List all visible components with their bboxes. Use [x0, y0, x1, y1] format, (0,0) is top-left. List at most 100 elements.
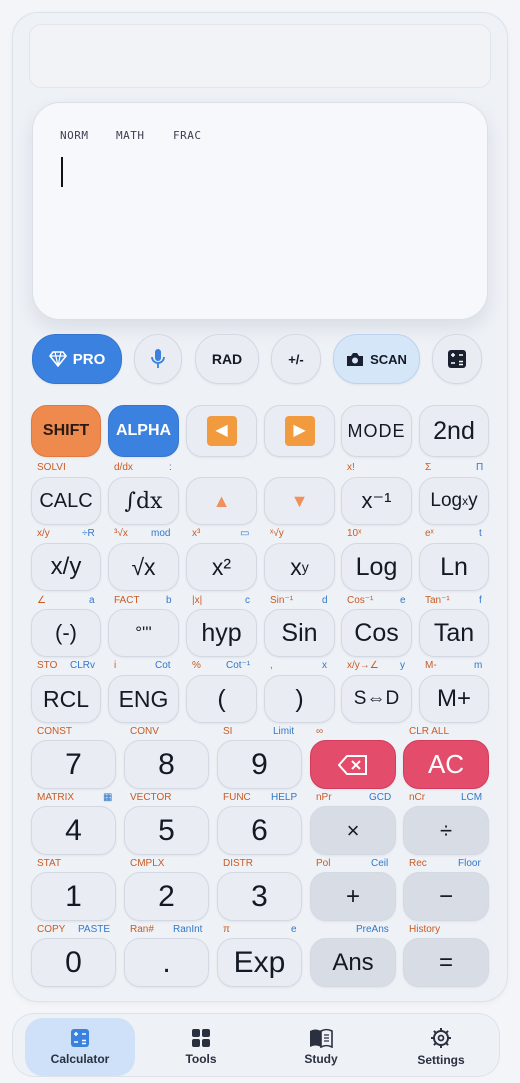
negative-key-label: (-)	[55, 620, 77, 645]
decimal-key-label: .	[162, 945, 171, 979]
label-t: t	[479, 528, 482, 539]
pro-button[interactable]: PRO	[32, 334, 122, 384]
bottom-navigation: Calculator Tools Study Settings	[12, 1013, 500, 1077]
negative-key[interactable]: (-)	[31, 609, 101, 657]
label-ranint: RanInt	[173, 924, 203, 935]
voice-button[interactable]	[134, 334, 182, 384]
sign-toggle-button[interactable]: +/-	[271, 334, 321, 384]
integral-key[interactable]: ∫dx	[108, 477, 179, 525]
label-infinity: ∞	[316, 726, 324, 737]
nav-calculator[interactable]: Calculator	[25, 1018, 135, 1076]
mode-key[interactable]: MODE	[341, 405, 412, 457]
key-2[interactable]: 2	[124, 872, 209, 921]
dms-key[interactable]: °'''	[108, 609, 179, 657]
nav-tools-label: Tools	[185, 1052, 217, 1066]
key-4[interactable]: 4	[31, 806, 116, 855]
scan-label: SCAN	[370, 351, 407, 367]
exp-key[interactable]: Exp	[217, 938, 302, 987]
right-arrow-key[interactable]: ▶	[264, 405, 335, 457]
label-lcm: LCM	[461, 792, 483, 803]
left-arrow-key[interactable]: ◀	[186, 405, 257, 457]
key-1-label: 1	[65, 879, 82, 913]
key-0[interactable]: 0	[31, 938, 116, 987]
lcd-display[interactable]: NORM MATH FRAC	[32, 102, 488, 320]
equals-key[interactable]: =	[403, 938, 489, 987]
down-arrow-icon: ▼	[290, 490, 309, 511]
divide-key[interactable]: ÷	[403, 806, 489, 855]
key-8[interactable]: 8	[124, 740, 209, 789]
std-key-label: S⇔D	[353, 688, 400, 709]
down-arrow-key[interactable]: ▼	[264, 477, 335, 525]
close-paren-key[interactable]: )	[264, 675, 335, 723]
fraction-key[interactable]: x/y	[31, 543, 101, 591]
label-paste: PASTE	[78, 924, 111, 935]
nav-study-label: Study	[304, 1052, 338, 1066]
label-colon: :	[169, 462, 172, 473]
ln-key[interactable]: Ln	[419, 543, 489, 591]
square-key-label: x²	[211, 553, 232, 580]
up-arrow-key[interactable]: ▲	[186, 477, 257, 525]
mplus-key[interactable]: M+	[419, 675, 489, 723]
rad-button[interactable]: RAD	[195, 334, 259, 384]
reciprocal-key[interactable]: x⁻¹	[341, 477, 412, 525]
alpha-key[interactable]: ALPHA	[108, 405, 179, 457]
mplus-key-label: M+	[436, 685, 471, 712]
integral-key-label: ∫dx	[124, 488, 163, 514]
logxy-key[interactable]: Log x y	[419, 477, 489, 525]
eng-key[interactable]: ENG	[108, 675, 179, 723]
ans-key[interactable]: Ans	[310, 938, 396, 987]
key-3[interactable]: 3	[217, 872, 302, 921]
minus-key[interactable]: −	[403, 872, 489, 921]
second-key[interactable]: 2nd	[419, 405, 489, 457]
label-matrix-icon: ▦	[103, 792, 113, 803]
nav-calculator-label: Calculator	[50, 1052, 110, 1066]
decimal-key[interactable]: .	[124, 938, 209, 987]
label-cube: x³	[192, 528, 201, 539]
rad-label: RAD	[211, 351, 243, 367]
label-cbrt: ³√x	[114, 528, 128, 539]
label-comma: ,	[270, 660, 273, 671]
label-sum: Σ	[425, 462, 432, 473]
right-arrow-icon: ▶	[284, 416, 315, 446]
tan-key[interactable]: Tan	[419, 609, 489, 657]
sin-key[interactable]: Sin	[264, 609, 335, 657]
key-5-label: 5	[158, 813, 175, 847]
shift-key-label: SHIFT	[42, 422, 90, 439]
ans-key-label: Ans	[332, 948, 374, 976]
key-6[interactable]: 6	[217, 806, 302, 855]
std-key[interactable]: S⇔D	[341, 675, 412, 723]
nav-settings[interactable]: Settings	[386, 1018, 496, 1076]
sqrt-key[interactable]: √x	[108, 543, 179, 591]
shift-key[interactable]: SHIFT	[31, 405, 101, 457]
label-percent: %	[192, 660, 201, 671]
backspace-key[interactable]	[310, 740, 396, 789]
label-limit: Limit	[273, 726, 295, 737]
multiply-key[interactable]: ×	[310, 806, 396, 855]
rcl-key[interactable]: RCL	[31, 675, 101, 723]
key-7[interactable]: 7	[31, 740, 116, 789]
open-paren-key[interactable]: (	[186, 675, 257, 723]
calculator-mode-button[interactable]	[432, 334, 482, 384]
grid-icon	[192, 1029, 210, 1047]
nav-tools[interactable]: Tools	[146, 1018, 256, 1076]
dms-key-label: °'''	[135, 623, 152, 642]
mode-math: MATH	[116, 129, 145, 142]
label-tenx: 10ˣ	[347, 528, 362, 539]
log-key[interactable]: Log	[341, 543, 412, 591]
calc-key[interactable]: CALC	[31, 477, 101, 525]
key-5[interactable]: 5	[124, 806, 209, 855]
square-key[interactable]: x²	[186, 543, 257, 591]
ac-key[interactable]: AC	[403, 740, 489, 789]
power-key[interactable]: xy	[264, 543, 335, 591]
label-stat: STAT	[37, 858, 62, 869]
hyp-key[interactable]: hyp	[186, 609, 257, 657]
scan-button[interactable]: SCAN	[333, 334, 420, 384]
key-9[interactable]: 9	[217, 740, 302, 789]
up-arrow-icon: ▲	[212, 490, 231, 511]
nav-study[interactable]: Study	[266, 1018, 376, 1076]
cos-key[interactable]: Cos	[341, 609, 412, 657]
plus-key[interactable]: +	[310, 872, 396, 921]
key-1[interactable]: 1	[31, 872, 116, 921]
key-2-label: 2	[158, 879, 175, 913]
power-exponent: y	[301, 559, 309, 575]
